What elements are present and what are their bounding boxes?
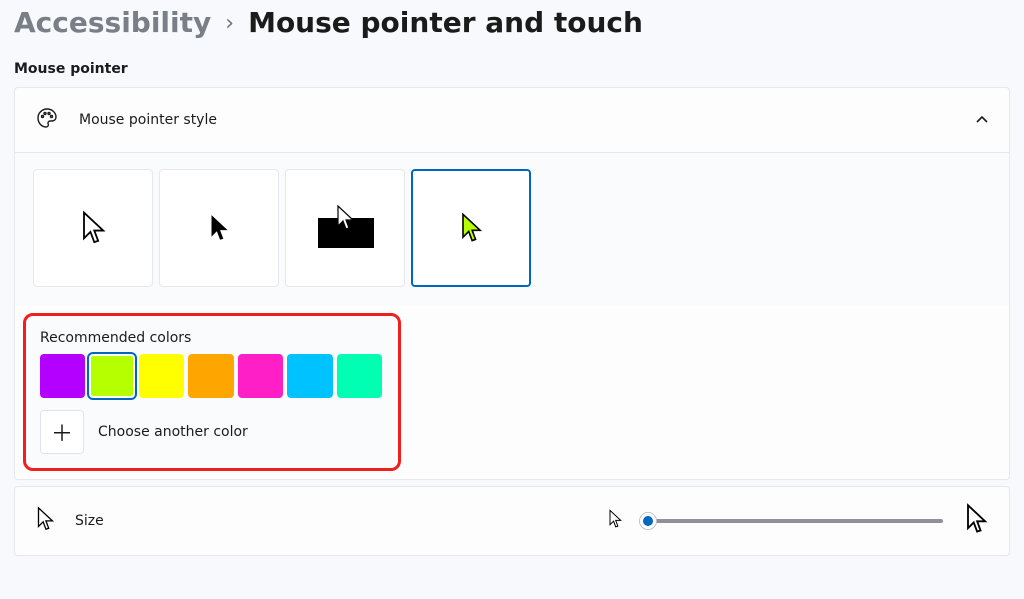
cursor-small-icon: [35, 506, 55, 536]
color-swatch[interactable]: [238, 354, 283, 398]
color-swatch[interactable]: [139, 354, 184, 398]
mouse-pointer-style-card: Mouse pointer style: [14, 87, 1010, 480]
pointer-style-black[interactable]: [159, 169, 279, 287]
color-swatch[interactable]: [89, 354, 135, 398]
cursor-icon: [334, 204, 356, 232]
choose-another-color-label: Choose another color: [98, 424, 248, 440]
pointer-size-slider[interactable]: [643, 519, 943, 523]
color-swatch[interactable]: [188, 354, 233, 398]
breadcrumb: Accessibility › Mouse pointer and touch: [14, 6, 1010, 39]
pointer-style-white[interactable]: [33, 169, 153, 287]
color-swatch[interactable]: [40, 354, 85, 398]
slider-max-icon: [963, 503, 989, 539]
color-swatch[interactable]: [287, 354, 332, 398]
breadcrumb-current: Mouse pointer and touch: [248, 6, 643, 39]
choose-another-color-button[interactable]: ＋: [40, 410, 84, 454]
cursor-icon: [458, 212, 484, 244]
pointer-size-label: Size: [75, 513, 104, 529]
mouse-pointer-style-label: Mouse pointer style: [79, 112, 955, 128]
cursor-icon: [207, 213, 231, 243]
pointer-size-card: Size: [14, 486, 1010, 556]
palette-icon: [35, 106, 59, 134]
breadcrumb-separator: ›: [225, 11, 234, 36]
breadcrumb-parent[interactable]: Accessibility: [14, 6, 211, 39]
pointer-style-options: [33, 169, 991, 287]
chevron-up-icon: [975, 113, 989, 127]
slider-thumb[interactable]: [639, 512, 657, 530]
recommended-colors-label: Recommended colors: [40, 330, 382, 346]
plus-icon: ＋: [51, 416, 73, 448]
recommended-colors-panel: Recommended colors ＋ Choose another colo…: [23, 313, 401, 471]
pointer-style-inverted[interactable]: [285, 169, 405, 287]
pointer-style-custom[interactable]: [411, 169, 531, 287]
color-swatch[interactable]: [337, 354, 382, 398]
section-heading: Mouse pointer: [14, 61, 1010, 77]
slider-min-icon: [607, 509, 623, 533]
mouse-pointer-style-body: [15, 153, 1009, 305]
mouse-pointer-style-header[interactable]: Mouse pointer style: [15, 88, 1009, 153]
recommended-colors-row: [40, 354, 382, 398]
cursor-icon: [79, 210, 107, 246]
